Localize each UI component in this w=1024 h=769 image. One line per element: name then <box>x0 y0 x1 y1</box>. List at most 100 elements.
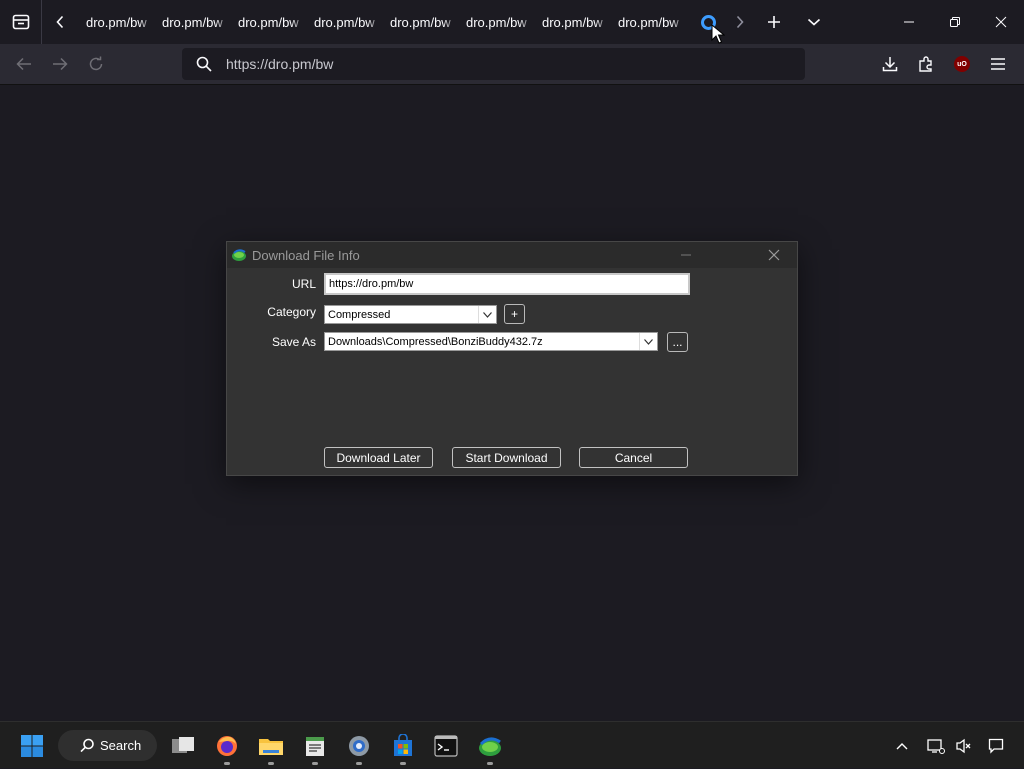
tab-scroll-right-button[interactable] <box>726 0 754 44</box>
tab[interactable]: dro.pm/bw <box>534 0 610 44</box>
network-status-button[interactable] <box>922 722 950 769</box>
puzzle-icon <box>919 56 932 72</box>
tab[interactable]: dro.pm/bw <box>382 0 458 44</box>
tab[interactable]: dro.pm/bw <box>610 0 686 44</box>
tab[interactable]: dro.pm/bw <box>154 0 230 44</box>
forward-button[interactable] <box>42 48 78 80</box>
reload-button[interactable] <box>78 48 114 80</box>
idm-icon <box>479 737 501 756</box>
chevron-down-icon <box>807 18 821 26</box>
save-as-value[interactable]: Downloads\Compressed\BonziBuddy432.7z <box>328 336 543 348</box>
save-as-dropdown-arrow[interactable] <box>639 333 657 350</box>
minimize-button[interactable] <box>886 0 932 44</box>
dialog-minimize-button[interactable] <box>671 242 701 268</box>
restore-icon <box>950 17 960 27</box>
tab-strip: dro.pm/bw dro.pm/bw dro.pm/bw dro.pm/bw … <box>0 0 1024 44</box>
tab[interactable]: dro.pm/bw <box>306 0 382 44</box>
window-controls <box>886 0 1024 44</box>
downloads-button[interactable] <box>872 48 908 80</box>
download-later-button[interactable]: Download Later <box>324 447 433 468</box>
tab[interactable]: dro.pm/bw <box>458 0 534 44</box>
add-category-button[interactable]: + <box>504 304 525 324</box>
firefox-icon <box>217 735 237 756</box>
restore-button[interactable] <box>932 0 978 44</box>
browse-button[interactable]: ... <box>667 332 688 352</box>
firefox-view-button[interactable] <box>0 0 42 44</box>
download-file-info-dialog: Download File Info URL https://dro.pm/bw… <box>226 241 798 476</box>
taskbar-file-explorer[interactable] <box>251 722 291 769</box>
running-indicator <box>268 762 274 765</box>
tab-title: dro.pm/bw <box>542 14 603 30</box>
start-download-button[interactable]: Start Download <box>452 447 561 468</box>
close-window-button[interactable] <box>978 0 1024 44</box>
dialog-titlebar[interactable]: Download File Info <box>227 242 797 268</box>
ublock-icon: uO <box>954 56 970 72</box>
notifications-button[interactable] <box>982 722 1010 769</box>
cancel-button[interactable]: Cancel <box>579 447 688 468</box>
taskbar-terminal[interactable] <box>426 722 466 769</box>
download-icon <box>882 57 898 72</box>
system-tray <box>888 722 1024 769</box>
taskbar-settings[interactable] <box>339 722 379 769</box>
taskbar-notepad[interactable] <box>295 722 335 769</box>
show-hidden-icons-button[interactable] <box>888 722 916 769</box>
toolbar-actions: uO <box>872 48 1016 80</box>
idm-icon <box>232 249 246 261</box>
chevron-up-icon <box>896 742 908 749</box>
taskbar-search[interactable]: Search <box>58 730 157 761</box>
tab-title: dro.pm/bw <box>86 14 147 30</box>
url-field[interactable]: https://dro.pm/bw <box>324 273 690 295</box>
category-label: Category <box>267 305 316 319</box>
search-icon-wrap <box>182 56 226 72</box>
chevron-left-icon <box>56 15 64 29</box>
hamburger-menu-icon <box>991 58 1005 70</box>
terminal-icon <box>434 734 458 757</box>
taskbar-store[interactable] <box>383 722 423 769</box>
taskbar-search-label: Search <box>100 738 142 753</box>
tab-title: dro.pm/bw <box>390 14 451 30</box>
category-value: Compressed <box>328 308 391 321</box>
task-view-button[interactable] <box>163 722 203 769</box>
save-as-select[interactable]: Downloads\Compressed\BonziBuddy432.7z <box>324 332 658 351</box>
running-indicator <box>224 762 230 765</box>
category-dropdown-arrow[interactable] <box>478 306 496 323</box>
tab-scroll-left-button[interactable] <box>42 0 78 44</box>
tab-title: dro.pm/bw <box>238 14 299 30</box>
taskbar-idm[interactable] <box>470 722 510 769</box>
menu-button[interactable] <box>980 48 1016 80</box>
running-indicator <box>487 762 493 765</box>
notification-icon <box>988 738 1004 754</box>
firefox-view-icon <box>12 14 29 30</box>
file-explorer-icon <box>259 738 283 755</box>
volume-muted-icon <box>956 738 971 753</box>
extensions-button[interactable] <box>908 48 944 80</box>
arrow-right-icon <box>53 57 68 71</box>
new-tab-button[interactable] <box>754 0 794 44</box>
start-icon <box>21 734 43 757</box>
running-indicator <box>356 762 362 765</box>
settings-icon <box>349 735 369 756</box>
address-bar[interactable]: https://dro.pm/bw <box>182 48 805 80</box>
ublock-button[interactable]: uO <box>944 48 980 80</box>
back-button[interactable] <box>6 48 42 80</box>
task-view-icon <box>172 736 194 753</box>
tab[interactable]: dro.pm/bw <box>78 0 154 44</box>
minimize-icon <box>681 254 691 256</box>
chevron-down-icon <box>483 311 492 318</box>
running-indicator <box>400 762 406 765</box>
category-select[interactable]: Compressed <box>324 305 497 324</box>
tab[interactable]: dro.pm/bw <box>230 0 306 44</box>
list-all-tabs-button[interactable] <box>794 0 834 44</box>
save-as-label: Save As <box>271 335 316 349</box>
volume-button[interactable] <box>950 722 978 769</box>
chevron-down-icon <box>644 338 653 345</box>
search-icon <box>80 738 94 753</box>
dialog-close-button[interactable] <box>761 242 787 268</box>
tab-title: dro.pm/bw <box>618 14 679 30</box>
taskbar: Search <box>0 721 1024 768</box>
start-button[interactable] <box>12 722 52 769</box>
address-text[interactable]: https://dro.pm/bw <box>226 56 333 72</box>
taskbar-firefox[interactable] <box>207 722 247 769</box>
network-icon <box>927 738 945 754</box>
running-indicator <box>312 762 318 765</box>
